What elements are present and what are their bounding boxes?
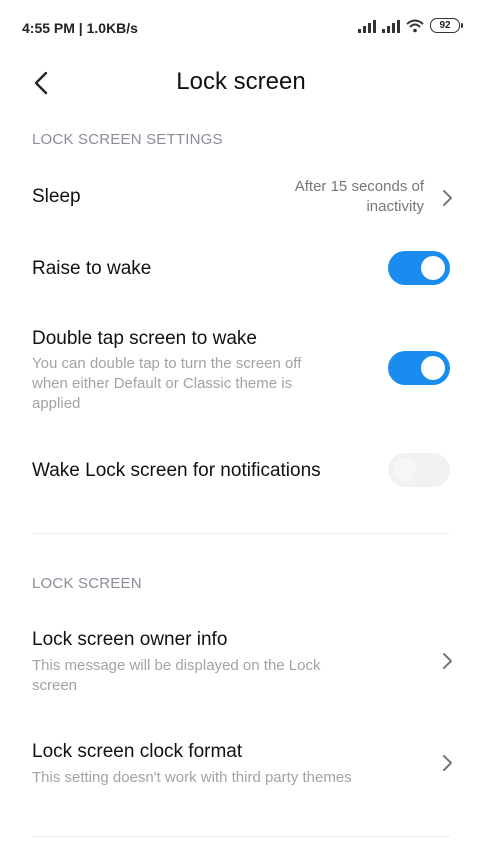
sleep-label: Sleep [32,186,81,207]
chevron-right-icon [443,653,452,669]
page-title: Lock screen [176,68,306,95]
toggle-knob [421,256,445,280]
wake-notifications-row: Wake Lock screen for notifications [0,448,482,496]
sleep-value-line1: After 15 seconds of [294,178,424,195]
owner-info-label: Lock screen owner info [32,629,228,650]
signal-icon-1 [358,19,376,33]
owner-info-desc-line1: This message will be displayed on the Lo… [32,657,321,674]
divider [32,836,450,837]
clock-format-row[interactable]: Lock screen clock format This setting do… [0,738,482,794]
double-tap-row: Double tap screen to wake You can double… [0,326,482,418]
signal-icon-2 [382,19,400,33]
double-tap-toggle[interactable] [388,351,450,385]
sleep-value-line2: inactivity [366,198,424,215]
raise-to-wake-label: Raise to wake [32,258,152,279]
battery-icon: 92 [430,18,463,33]
wake-notifications-label: Wake Lock screen for notifications [32,460,321,481]
chevron-right-icon [443,190,452,206]
wifi-icon [406,19,424,33]
status-time-speed: 4:55 PM | 1.0KB/s [22,20,138,36]
double-tap-desc-line1: You can double tap to turn the screen of… [32,355,302,372]
section-header-settings: LOCK SCREEN SETTINGS [32,131,223,148]
double-tap-label: Double tap screen to wake [32,328,257,349]
double-tap-desc-line2: when either Default or Classic theme is [32,375,293,392]
sleep-value: After 15 seconds of inactivity [224,177,424,217]
raise-to-wake-toggle[interactable] [388,251,450,285]
status-bar: 4:55 PM | 1.0KB/s 92 [0,0,482,56]
clock-format-description: This setting doesn't work with third par… [32,769,352,786]
section-header-lock-screen: LOCK SCREEN [32,575,142,592]
owner-info-desc-line2: screen [32,677,78,694]
header: Lock screen [0,56,482,108]
clock-format-label: Lock screen clock format [32,741,243,762]
wake-notifications-toggle[interactable] [388,453,450,487]
chevron-right-icon [443,755,452,771]
double-tap-description: You can double tap to turn the screen of… [32,354,372,414]
sleep-row[interactable]: Sleep After 15 seconds of inactivity [0,170,482,228]
owner-info-row[interactable]: Lock screen owner info This message will… [0,626,482,698]
raise-to-wake-row: Raise to wake [0,244,482,292]
divider [32,533,450,534]
toggle-knob [393,458,417,482]
status-icons: 92 [358,18,463,33]
double-tap-desc-line3: applied [32,395,81,412]
owner-info-description: This message will be displayed on the Lo… [32,656,372,696]
toggle-knob [421,356,445,380]
